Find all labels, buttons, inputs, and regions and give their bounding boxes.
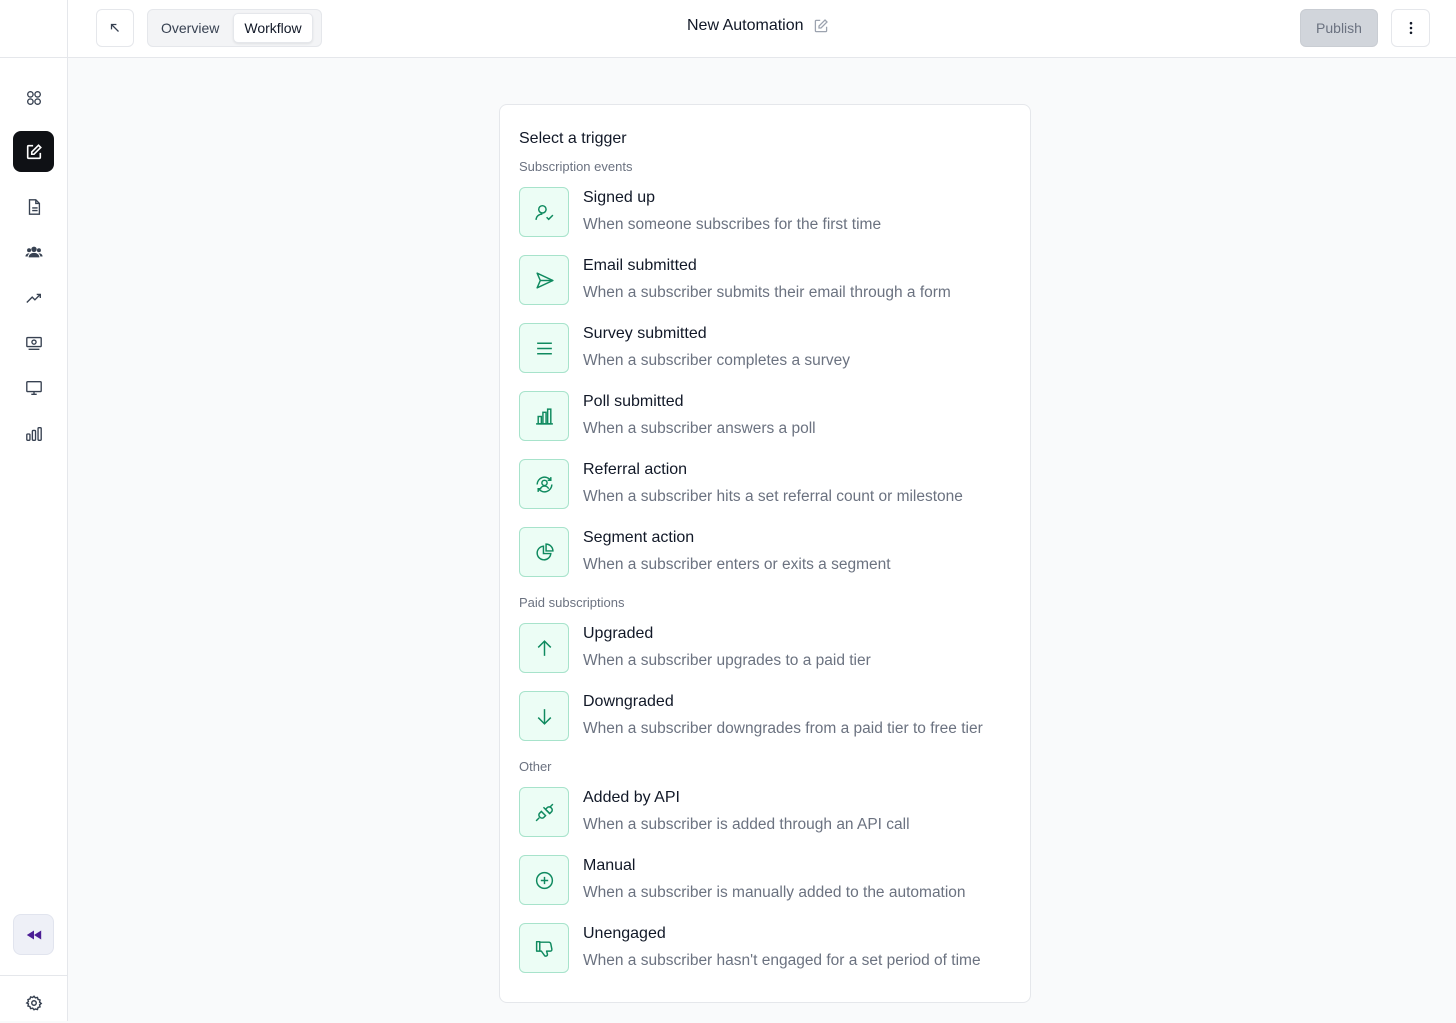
sidebar-item-audience[interactable] xyxy=(13,231,54,272)
section-label-other: Other xyxy=(519,759,552,774)
trigger-description: When a subscriber hits a set referral co… xyxy=(583,488,963,505)
trigger-option-email-submitted[interactable]: Email submitted When a subscriber submit… xyxy=(519,255,1019,307)
monitor-icon xyxy=(25,380,42,395)
top-bar: Overview Workflow New Automation Publish xyxy=(68,0,1456,58)
sidebar-item-posts[interactable] xyxy=(13,186,54,227)
trigger-title: Unengaged xyxy=(583,925,666,942)
trigger-title: Survey submitted xyxy=(583,325,707,342)
trigger-description: When a subscriber answers a poll xyxy=(583,420,816,437)
sidebar-item-write[interactable] xyxy=(13,131,54,172)
arrow-down-icon xyxy=(537,708,551,725)
user-refresh-icon xyxy=(535,475,553,493)
trigger-panel: Select a trigger Subscription events Sig… xyxy=(499,104,1031,1003)
trigger-option-unengaged[interactable]: Unengaged When a subscriber hasn't engag… xyxy=(519,923,1019,975)
sidebar-item-settings[interactable] xyxy=(13,982,54,1023)
trigger-option-survey-submitted[interactable]: Survey submitted When a subscriber compl… xyxy=(519,323,1019,375)
pie-chart-icon xyxy=(535,542,554,561)
trigger-title: Segment action xyxy=(583,529,695,546)
trigger-option-downgraded[interactable]: Downgraded When a subscriber downgrades … xyxy=(519,691,1019,743)
thumbs-down-icon xyxy=(535,940,553,957)
user-check-icon xyxy=(534,204,553,220)
trigger-description: When a subscriber hasn't engaged for a s… xyxy=(583,952,981,969)
edit-title-icon[interactable] xyxy=(813,18,829,34)
more-options-button[interactable] xyxy=(1391,9,1430,47)
automation-title-group: New Automation xyxy=(687,17,829,35)
sidebar-item-growth[interactable] xyxy=(13,277,54,318)
trigger-title: Email submitted xyxy=(583,257,697,274)
publish-button[interactable]: Publish xyxy=(1300,9,1378,47)
trigger-description: When a subscriber enters or exits a segm… xyxy=(583,556,891,573)
trigger-option-added-by-api[interactable]: Added by API When a subscriber is added … xyxy=(519,787,1019,839)
section-label-paid-subscriptions: Paid subscriptions xyxy=(519,595,625,610)
arrow-up-icon xyxy=(537,639,551,656)
trigger-title: Upgraded xyxy=(583,625,654,642)
edit-icon xyxy=(26,143,42,159)
lines-icon xyxy=(536,342,552,354)
trigger-description: When a subscriber is manually added to t… xyxy=(583,884,966,901)
users-icon xyxy=(24,246,43,257)
sidebar-divider xyxy=(0,975,68,976)
trigger-description: When a subscriber submits their email th… xyxy=(583,284,951,301)
panel-title: Select a trigger xyxy=(519,130,627,147)
bar-chart-icon xyxy=(25,426,42,441)
trigger-description: When a subscriber is added through an AP… xyxy=(583,816,910,833)
sidebar-item-monetize[interactable] xyxy=(13,322,54,363)
sidebar xyxy=(0,0,68,1021)
trigger-description: When someone subscribes for the first ti… xyxy=(583,216,882,233)
brand-logo-button[interactable] xyxy=(13,914,54,955)
more-vertical-icon xyxy=(1409,21,1412,35)
trigger-title: Manual xyxy=(583,857,636,874)
trending-up-icon xyxy=(25,293,41,303)
sidebar-header xyxy=(0,0,67,58)
trigger-option-segment-action[interactable]: Segment action When a subscriber enters … xyxy=(519,527,1019,579)
section-label-subscription-events: Subscription events xyxy=(519,159,633,174)
trigger-description: When a subscriber upgrades to a paid tie… xyxy=(583,652,871,669)
page-title: New Automation xyxy=(687,17,804,34)
trigger-description: When a subscriber downgrades from a paid… xyxy=(583,720,983,737)
trigger-option-signed-up[interactable]: Signed up When someone subscribes for th… xyxy=(519,187,1019,239)
trigger-title: Added by API xyxy=(583,789,680,806)
tab-overview[interactable]: Overview xyxy=(151,13,229,43)
grid-icon xyxy=(26,90,41,105)
money-icon xyxy=(25,336,42,350)
trigger-option-poll-submitted[interactable]: Poll submitted When a subscriber answers… xyxy=(519,391,1019,443)
sidebar-item-website[interactable] xyxy=(13,367,54,408)
tab-workflow[interactable]: Workflow xyxy=(233,13,313,43)
trigger-title: Downgraded xyxy=(583,693,674,710)
back-button[interactable] xyxy=(96,9,134,47)
trigger-option-manual[interactable]: Manual When a subscriber is manually add… xyxy=(519,855,1019,907)
trigger-description: When a subscriber completes a survey xyxy=(583,352,851,369)
sidebar-item-dashboard[interactable] xyxy=(13,77,54,118)
send-icon xyxy=(535,271,554,289)
trigger-title: Signed up xyxy=(583,189,656,206)
view-tabs: Overview Workflow xyxy=(147,9,322,47)
sidebar-item-analytics[interactable] xyxy=(13,413,54,454)
rewind-logo-icon xyxy=(26,930,41,939)
document-icon xyxy=(28,198,40,215)
plus-circle-icon xyxy=(535,871,553,889)
trigger-title: Poll submitted xyxy=(583,393,684,410)
gear-icon xyxy=(25,994,42,1011)
trigger-title: Referral action xyxy=(583,461,688,478)
trigger-option-referral-action[interactable]: Referral action When a subscriber hits a… xyxy=(519,459,1019,511)
plug-icon xyxy=(535,803,553,821)
trigger-option-upgraded[interactable]: Upgraded When a subscriber upgrades to a… xyxy=(519,623,1019,675)
bar-chart-icon xyxy=(535,407,553,425)
arrow-up-left-icon xyxy=(110,23,119,32)
